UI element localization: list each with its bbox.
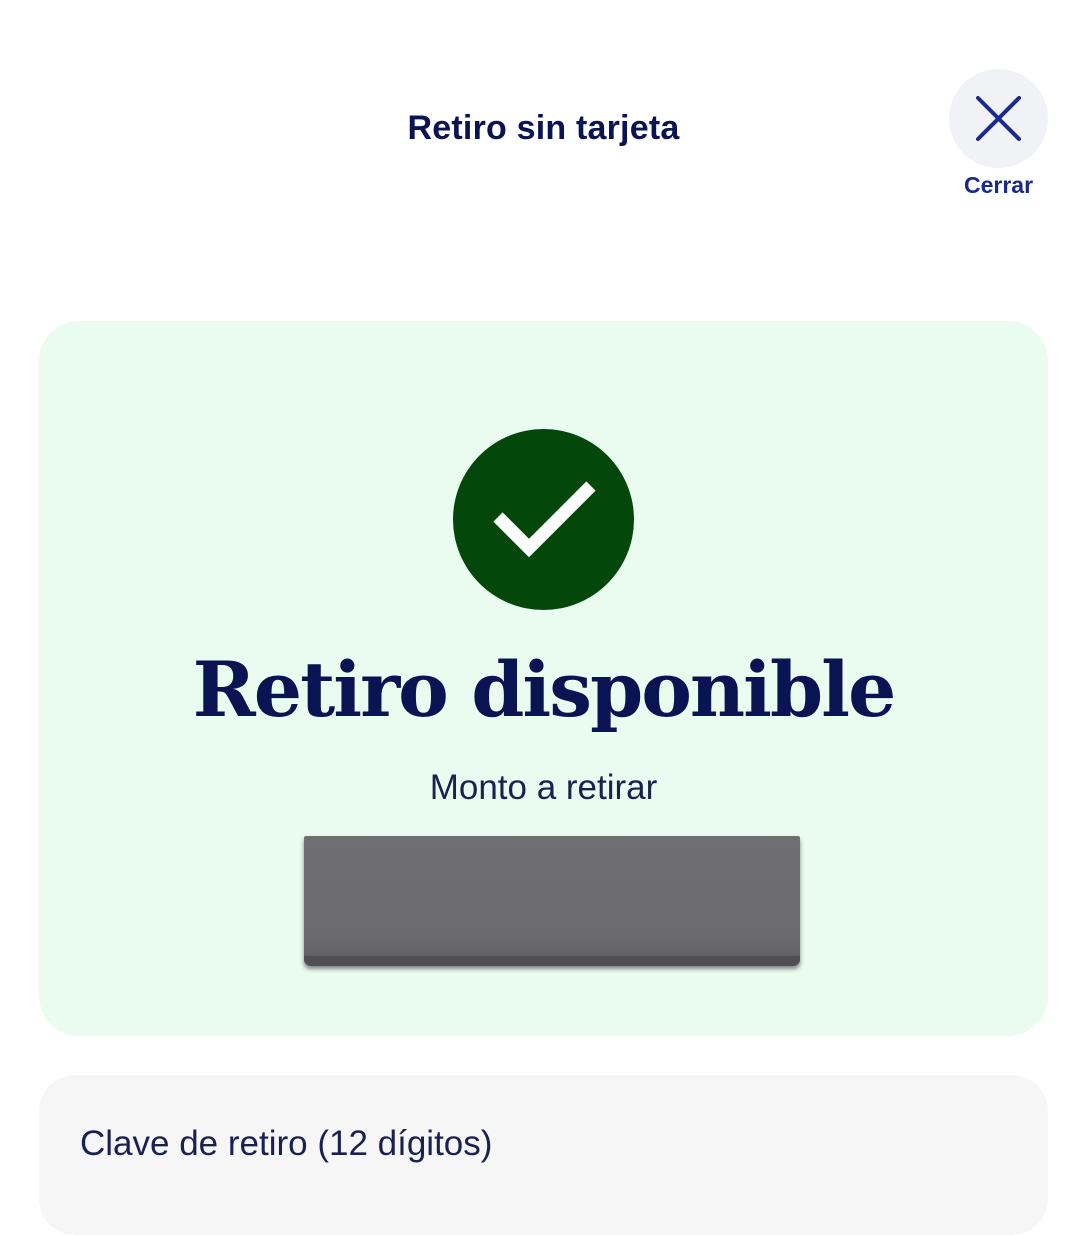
- close-icon: [976, 96, 1021, 141]
- page-title: Retiro sin tarjeta: [407, 109, 680, 147]
- checkmark-icon: [493, 481, 596, 558]
- withdrawal-key-label: Clave de retiro (12 dígitos): [80, 1124, 493, 1163]
- close-button[interactable]: [949, 69, 1048, 168]
- amount-value-redacted: [304, 836, 800, 966]
- amount-label: Monto a retirar: [429, 768, 658, 807]
- close-label[interactable]: Cerrar: [940, 172, 1057, 199]
- status-title: Retiro disponible: [192, 645, 897, 734]
- success-badge: [453, 429, 634, 610]
